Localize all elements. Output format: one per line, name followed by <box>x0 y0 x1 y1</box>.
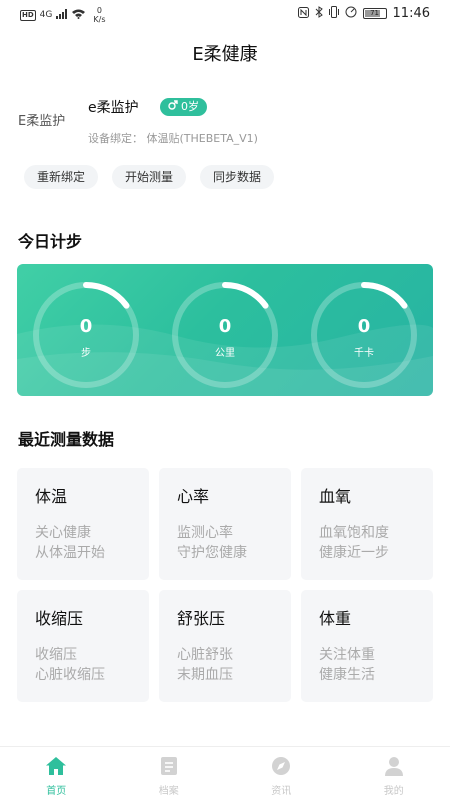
tile-desc-line2: 健康生活 <box>319 667 375 683</box>
document-icon <box>158 755 180 777</box>
net-speed-value: 0 <box>96 6 102 15</box>
nav-profile[interactable]: 我的 <box>338 747 450 800</box>
systolic-pressure-tile[interactable]: 收缩压 收缩压 心脏收缩压 <box>17 590 149 702</box>
tile-desc-line2: 守护您健康 <box>177 545 247 561</box>
nfc-icon <box>297 6 309 21</box>
battery-level: 71 <box>370 9 379 17</box>
tile-desc-line2: 心脏收缩压 <box>35 667 105 683</box>
tile-desc-line1: 收缩压 <box>35 647 77 663</box>
measurement-grid: 体温 关心健康 从体温开始 心率 监测心率 守护您健康 血氧 血氧饱和度 健康近… <box>17 468 433 702</box>
nav-label: 首页 <box>46 786 67 797</box>
tile-desc-line2: 末期血压 <box>177 667 233 683</box>
tile-desc-line1: 关注体重 <box>319 647 375 663</box>
tile-title: 体重 <box>319 609 352 628</box>
tile-desc-line1: 监测心率 <box>177 525 233 541</box>
app-screen: HD 4G 0 K/s 71 11:46 E柔健康 E柔监护 e柔监护 0岁 设… <box>0 0 450 800</box>
tile-desc-line1: 心脏舒张 <box>177 647 233 663</box>
status-bar-right: 71 11:46 <box>297 6 430 21</box>
speedometer-icon <box>345 6 357 21</box>
age-text: 0岁 <box>181 100 199 113</box>
home-icon <box>45 755 67 777</box>
battery-icon: 71 <box>362 8 387 19</box>
nav-news[interactable]: 资讯 <box>225 747 338 800</box>
clock: 11:46 <box>392 6 430 21</box>
tile-title: 舒张压 <box>177 609 226 628</box>
device-name: e柔监护 <box>88 100 139 116</box>
steps-value: 0 <box>79 316 93 337</box>
tile-desc-line1: 关心健康 <box>35 525 91 541</box>
distance-unit: 公里 <box>215 348 235 359</box>
distance-value: 0 <box>218 316 232 337</box>
rebind-button[interactable]: 重新绑定 <box>24 165 99 189</box>
user-icon <box>383 755 405 777</box>
bluetooth-icon <box>315 6 323 21</box>
tile-desc-line2: 健康近一步 <box>319 545 389 561</box>
male-icon <box>168 98 178 116</box>
steps-unit: 步 <box>81 348 91 359</box>
distance-ring: 0 公里 <box>170 280 280 390</box>
tile-title: 体温 <box>35 487 68 506</box>
device-logo: E柔监护 <box>18 114 66 129</box>
nav-records[interactable]: 档案 <box>113 747 226 800</box>
calories-value: 0 <box>357 316 371 337</box>
recent-section-title: 最近测量数据 <box>18 430 115 449</box>
net-speed: 0 K/s <box>93 6 105 24</box>
steps-card[interactable]: 0 步 0 公里 0 千卡 <box>17 264 433 396</box>
bottom-nav: 首页 档案 资讯 我的 <box>0 746 450 800</box>
nav-home[interactable]: 首页 <box>0 747 113 800</box>
weight-tile[interactable]: 体重 关注体重 健康生活 <box>301 590 433 702</box>
nav-label: 档案 <box>158 786 179 797</box>
wifi-icon <box>72 9 86 22</box>
calories-unit: 千卡 <box>354 348 374 359</box>
status-bar-left: HD 4G 0 K/s <box>20 6 105 24</box>
age-badge: 0岁 <box>160 98 207 116</box>
compass-icon <box>270 755 292 777</box>
steps-ring: 0 步 <box>31 280 141 390</box>
device-actions: 重新绑定 开始测量 同步数据 <box>24 165 275 189</box>
vibrate-icon <box>328 6 339 21</box>
blood-oxygen-tile[interactable]: 血氧 血氧饱和度 健康近一步 <box>301 468 433 580</box>
tile-desc-line1: 血氧饱和度 <box>319 525 389 541</box>
net-speed-unit: K/s <box>93 15 106 24</box>
start-measure-button[interactable]: 开始测量 <box>112 165 187 189</box>
steps-section-title: 今日计步 <box>18 232 83 251</box>
calories-ring: 0 千卡 <box>309 280 419 390</box>
temperature-tile[interactable]: 体温 关心健康 从体温开始 <box>17 468 149 580</box>
nav-label: 我的 <box>383 786 404 797</box>
sync-data-button[interactable]: 同步数据 <box>200 165 275 189</box>
heart-rate-tile[interactable]: 心率 监测心率 守护您健康 <box>159 468 291 580</box>
tile-title: 血氧 <box>319 487 352 506</box>
hd-badge: HD <box>20 9 36 21</box>
network-type: 4G <box>39 10 53 20</box>
tile-title: 心率 <box>177 487 210 506</box>
page-title: E柔健康 <box>192 44 258 65</box>
status-bar: HD 4G 0 K/s 71 11:46 <box>0 0 450 30</box>
nav-label: 资讯 <box>271 786 292 797</box>
diastolic-pressure-tile[interactable]: 舒张压 心脏舒张 末期血压 <box>159 590 291 702</box>
signal-icon <box>56 8 68 22</box>
device-binding-info: 设备绑定： 体温贴(THEBETA_V1) <box>88 132 258 145</box>
tile-title: 收缩压 <box>35 609 84 628</box>
tile-desc-line2: 从体温开始 <box>35 545 105 561</box>
